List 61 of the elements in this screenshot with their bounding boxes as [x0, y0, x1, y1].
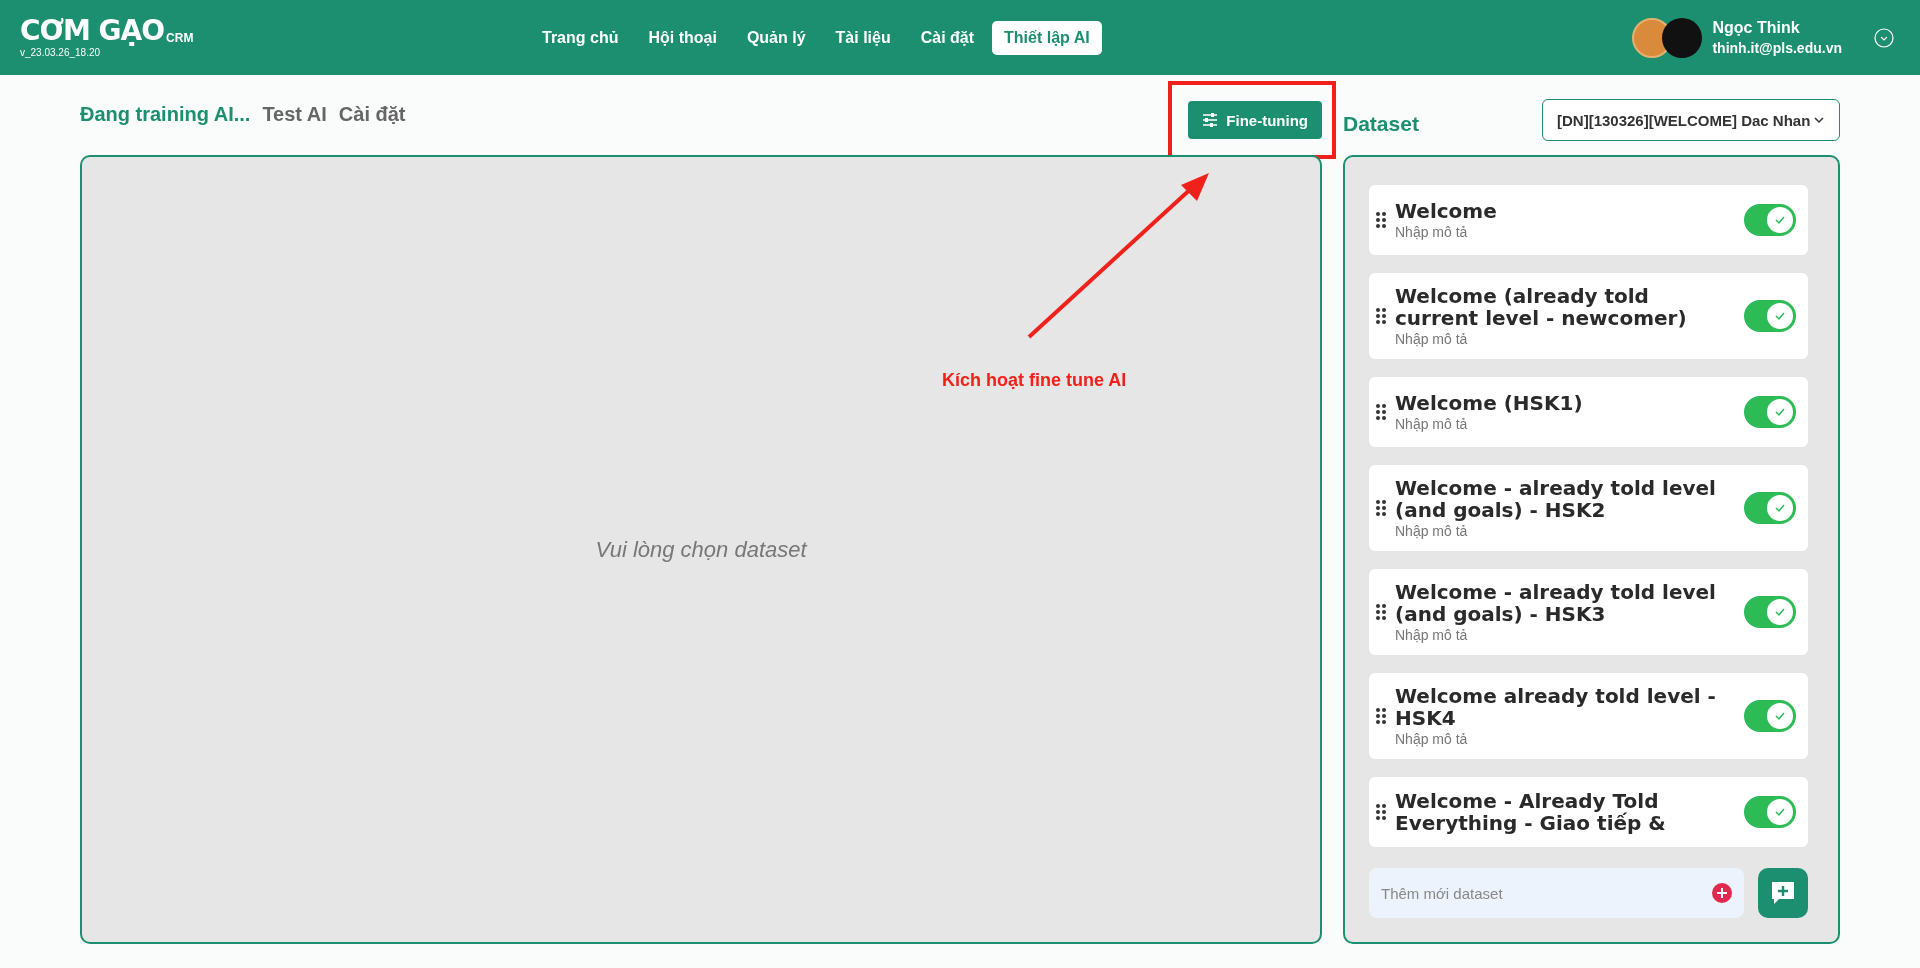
dataset-card[interactable]: Welcome Nhập mô tả	[1369, 185, 1808, 255]
dataset-description[interactable]: Nhập mô tả	[1395, 224, 1736, 240]
dataset-card[interactable]: Welcome already told level - HSK4 Nhập mô tả	[1369, 673, 1808, 759]
toggle-switch[interactable]	[1744, 300, 1796, 332]
nav-link[interactable]: Quản lý	[734, 20, 818, 55]
dropdown-icon[interactable]	[1874, 27, 1894, 48]
add-dataset-button[interactable]	[1758, 868, 1808, 918]
dataset-card[interactable]: Welcome (HSK1) Nhập mô tả	[1369, 377, 1808, 447]
dataset-card[interactable]: Welcome - already told level (and goals) - HSK2 Nhập mô tả	[1369, 465, 1808, 551]
nav-link[interactable]: Tài liệu	[823, 20, 903, 55]
dataset-card[interactable]: Welcome - Already Told Everything - Giao tiếp &	[1369, 777, 1808, 847]
drag-handle-icon[interactable]	[1375, 499, 1387, 517]
sliders-icon	[1202, 112, 1219, 128]
toggle-switch[interactable]	[1744, 396, 1796, 428]
dataset-title: Welcome already told level - HSK4	[1395, 685, 1717, 729]
drag-handle-icon[interactable]	[1375, 707, 1387, 725]
dataset-title: Welcome - already told level (and goals) - HSK2	[1395, 477, 1717, 521]
drag-handle-icon[interactable]	[1375, 603, 1387, 621]
dataset-title: Welcome (HSK1)	[1395, 392, 1584, 414]
dataset-title: Welcome (already told current level - newcomer)	[1395, 285, 1688, 329]
nav-link[interactable]: Cài đặt	[908, 20, 987, 55]
dataset-description[interactable]: Nhập mô tả	[1395, 523, 1736, 539]
tab[interactable]: Đang training AI...	[80, 99, 251, 126]
dataset-description[interactable]: Nhập mô tả	[1395, 416, 1736, 432]
toggle-switch[interactable]	[1744, 492, 1796, 524]
dataset-description[interactable]: Nhập mô tả	[1395, 331, 1736, 347]
user-name: Ngọc Think	[1712, 19, 1801, 37]
empty-message: Vui lòng chọn dataset	[595, 536, 807, 563]
dataset-card[interactable]: Welcome - already told level (and goals) - HSK3 Nhập mô tả	[1369, 569, 1808, 655]
dataset-description[interactable]: Nhập mô tả	[1395, 731, 1736, 747]
new-dataset-field[interactable]: Thêm mới dataset	[1369, 868, 1744, 918]
toggle-switch[interactable]	[1744, 796, 1796, 828]
toggle-switch[interactable]	[1744, 204, 1796, 236]
dataset-title: Welcome - already told level (and goals) - HSK3	[1395, 581, 1717, 625]
dataset-select[interactable]: [DN][130326][WELCOME] Dac Nhan	[1542, 99, 1840, 141]
tab[interactable]: Cài đặt	[338, 99, 406, 126]
drag-handle-icon[interactable]	[1375, 403, 1387, 421]
fine-tuning-button[interactable]: Fine-tuning	[1188, 101, 1322, 139]
drag-handle-icon[interactable]	[1375, 803, 1387, 821]
drag-handle-icon[interactable]	[1375, 211, 1387, 229]
avatar	[1662, 17, 1703, 58]
toggle-switch[interactable]	[1744, 700, 1796, 732]
user-email: thinh.it@pls.edu.vn	[1712, 40, 1842, 56]
dataset-title: Welcome - Already Told Everything - Giao tiếp &	[1395, 790, 1667, 834]
tab[interactable]: Test AI	[262, 99, 327, 126]
nav-link[interactable]: Trang chủ	[530, 20, 631, 55]
dataset-title: Welcome	[1395, 200, 1498, 222]
logo-text: CƠM GẠO	[20, 17, 165, 45]
logo-suffix: CRM	[166, 31, 194, 45]
nav-link[interactable]: Hội thoại	[636, 20, 729, 55]
nav-link[interactable]: Thiết lập AI	[992, 20, 1102, 55]
dataset-title: Dataset	[1343, 111, 1419, 136]
version-text: v_23.03.26_18.20	[20, 47, 102, 58]
toggle-switch[interactable]	[1744, 596, 1796, 628]
add-icon[interactable]	[1712, 883, 1732, 903]
add-comment-icon	[1769, 879, 1797, 907]
chevron-down-icon	[1813, 116, 1825, 124]
annotation-text: Kích hoạt fine tune AI	[942, 370, 1127, 391]
dataset-card[interactable]: Welcome (already told current level - newcomer) Nhập mô tả	[1369, 273, 1808, 359]
drag-handle-icon[interactable]	[1375, 307, 1387, 325]
dataset-description[interactable]: Nhập mô tả	[1395, 627, 1736, 643]
